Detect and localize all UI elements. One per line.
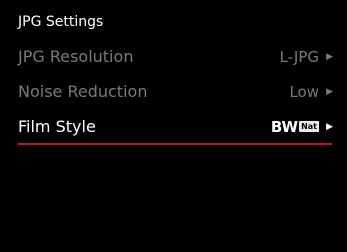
menu-item-value: BW <box>270 118 299 136</box>
chevron-right-icon: ▶ <box>326 122 333 132</box>
menu-item-value-group: Low ▶ <box>289 80 333 104</box>
menu-item-jpg-resolution[interactable]: JPG Resolution L-JPG ▶ <box>0 40 347 74</box>
page-title: JPG Settings <box>18 14 104 30</box>
menu-item-noise-reduction[interactable]: Noise Reduction Low ▶ <box>0 75 347 109</box>
menu-item-value: Low <box>289 83 319 101</box>
chevron-right-icon: ▶ <box>326 52 333 62</box>
selection-underline <box>18 143 332 145</box>
menu-item-film-style[interactable]: Film Style BW Nat ▶ <box>0 110 347 144</box>
menu-item-value-group: L-JPG ▶ <box>280 45 333 69</box>
film-style-badge: Nat <box>299 120 319 132</box>
menu-item-value: L-JPG <box>279 48 319 66</box>
jpg-settings-menu: JPG Settings JPG Resolution L-JPG ▶ Nois… <box>0 0 347 252</box>
menu-item-value-group: BW Nat ▶ <box>271 115 333 139</box>
chevron-right-icon: ▶ <box>326 87 333 97</box>
menu-item-label: JPG Resolution <box>18 47 134 66</box>
menu-item-label: Film Style <box>18 117 96 136</box>
menu-item-label: Noise Reduction <box>18 82 148 101</box>
